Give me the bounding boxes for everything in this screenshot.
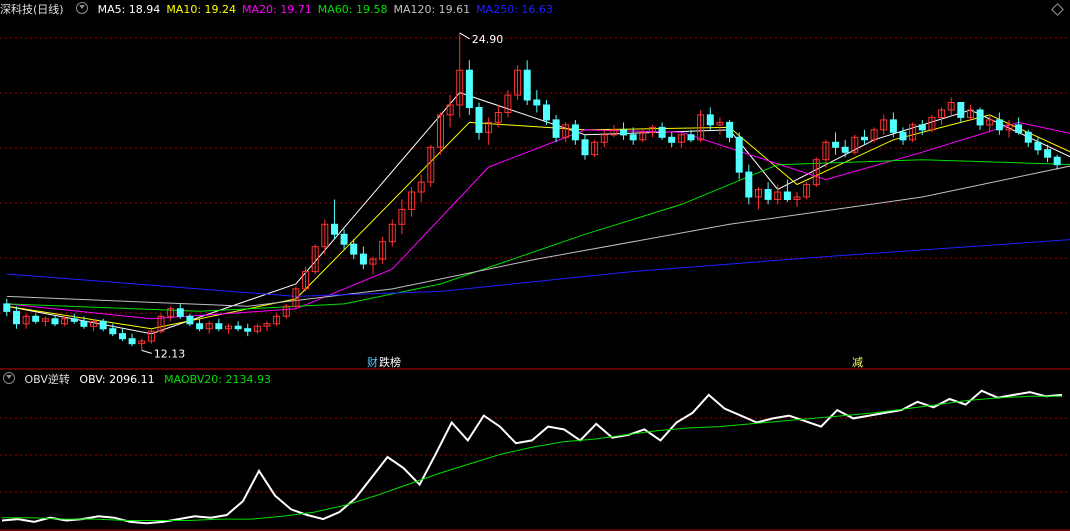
candle-body <box>889 119 897 133</box>
candle-body <box>620 129 628 136</box>
candle-body <box>841 146 849 153</box>
candle-body <box>1053 156 1061 166</box>
candle-body <box>523 69 531 101</box>
candle-body <box>51 318 59 325</box>
candle-body <box>13 310 20 325</box>
candle-body <box>726 121 734 138</box>
candle-body <box>70 318 78 322</box>
candle-body <box>861 136 868 141</box>
candle-body <box>465 69 473 108</box>
candle-body <box>186 315 194 325</box>
candle-body <box>331 223 338 235</box>
ma250-line <box>6 239 1070 297</box>
candle-body <box>629 134 637 141</box>
candle-body <box>687 134 695 141</box>
obv-line <box>1 389 1063 525</box>
candle-body <box>215 323 223 330</box>
kline-chart[interactable]: 24.90 12.13 财 跌榜 减 <box>0 0 1070 531</box>
candle-body <box>581 139 589 156</box>
candle-body <box>1034 141 1042 151</box>
candle-body <box>832 141 840 148</box>
candle-body <box>3 303 11 312</box>
candle-body <box>957 102 965 118</box>
candle-body <box>1044 149 1052 158</box>
candle-body <box>552 119 560 138</box>
candle-body <box>340 233 348 245</box>
candle-body <box>745 171 753 198</box>
candle-body <box>475 107 483 133</box>
candle-body <box>706 114 714 126</box>
high-price-label: 24.90 <box>472 33 504 46</box>
candle-body <box>350 243 358 255</box>
candle-body <box>359 253 367 265</box>
candle-body <box>1024 131 1032 143</box>
candle-body <box>99 320 107 330</box>
candle-body <box>571 124 579 141</box>
candle-body <box>196 323 204 330</box>
ma5-line <box>6 92 1070 335</box>
candle-body <box>32 315 40 322</box>
candle-body <box>658 126 666 138</box>
candle-body <box>976 109 984 126</box>
event-label-diebang: 跌榜 <box>379 355 401 369</box>
candle-body <box>735 136 743 173</box>
maobv20-line <box>2 395 1062 521</box>
candle-body <box>995 119 1003 131</box>
candle-body <box>668 136 676 143</box>
ma60-line <box>6 159 1070 312</box>
candle-body <box>918 124 926 131</box>
ma20-line <box>6 121 1070 320</box>
ma10-line <box>6 114 1070 330</box>
candle-body <box>234 325 242 330</box>
event-label-jian: 减 <box>852 356 863 369</box>
candle-body <box>128 338 136 345</box>
event-label-cai: 财 <box>367 355 378 369</box>
candle-body <box>533 99 541 106</box>
candle-body <box>109 328 117 335</box>
candle-body <box>119 333 126 340</box>
candle-body <box>244 328 252 332</box>
candle-body <box>783 191 791 200</box>
candle-body <box>1015 124 1023 133</box>
low-price-label: 12.13 <box>154 347 186 360</box>
candle-body <box>80 320 88 327</box>
candle-body <box>899 131 907 141</box>
candle-body <box>176 308 184 317</box>
low-marker-arrow <box>141 349 152 354</box>
candle-body <box>764 189 772 200</box>
ma120-line <box>6 165 1070 307</box>
candle-body <box>543 104 550 121</box>
